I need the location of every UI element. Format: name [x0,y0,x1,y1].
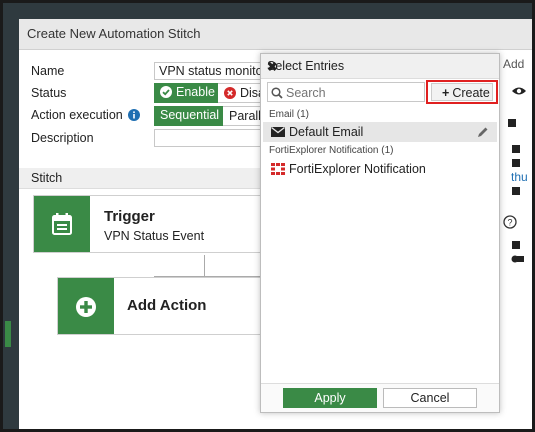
add-action-icon-box [58,278,114,334]
envelope-icon [271,127,285,137]
calendar-icon [52,213,72,235]
enable-button[interactable]: Enable [154,83,218,103]
panel-header: Select Entries ✖ [261,54,499,79]
trigger-icon-box [34,196,90,252]
search-icon [271,87,283,99]
list-item-default-email[interactable]: Default Email [263,122,497,142]
group-label-fortiexplorer: FortiExplorer Notification (1) [269,145,394,156]
top-bar [3,3,532,19]
add-action-label: Add Action [127,297,207,314]
dialog-title: Create New Automation Stitch [27,26,201,41]
list-item-label: Default Email [289,125,364,139]
search-box[interactable] [267,82,425,102]
svg-text:?: ? [507,218,512,228]
trigger-card[interactable]: Trigger VPN Status Event [33,195,263,253]
cancel-button[interactable]: Cancel [383,388,477,408]
plus-circle-icon [76,297,96,317]
right-partial-column: Add thu ? [501,50,532,429]
select-entries-panel: Select Entries ✖ +Create Email (1) Def [260,53,500,413]
list-item-fortiexplorer[interactable]: FortiExplorer Notification [263,159,497,179]
create-button[interactable]: + Create [431,83,493,101]
book-icon [512,187,520,195]
panel-footer: Apply Cancel [261,383,499,412]
x-circle-icon [224,87,236,99]
connector-vertical [204,255,205,277]
close-icon[interactable]: ✖ [267,59,493,74]
partial-link[interactable]: thu [511,170,528,184]
name-label: Name [31,64,65,78]
stitch-section-header: Stitch [19,168,269,189]
info-icon[interactable] [128,109,140,121]
create-button-highlight: + Create [426,80,498,104]
add-action-card[interactable]: Add Action [57,277,263,335]
enable-label: Enable [176,85,215,99]
trigger-title: Trigger [104,208,155,225]
book-icon [512,159,520,167]
status-label: Status [31,86,67,100]
book-icon [512,145,520,153]
add-partial-label: Add [503,57,525,71]
book-icon [512,241,520,249]
trigger-subtitle: VPN Status Event [104,229,205,243]
eye-icon[interactable] [511,86,527,96]
group-label-email: Email (1) [269,109,310,120]
create-button-content: + Create [442,86,490,100]
sequential-button[interactable]: Sequential [154,106,223,126]
create-label: Create [452,86,490,100]
help-icon[interactable]: ? [503,215,517,229]
book-icon [508,119,516,127]
search-input[interactable] [284,85,424,101]
dialog-header: Create New Automation Stitch [19,19,532,50]
screenshot-frame: Create New Automation Stitch Name VPN st… [0,0,535,432]
left-strip [3,19,19,429]
stitch-section-label: Stitch [31,171,63,185]
fortiexplorer-icon [271,163,285,175]
check-circle-icon [160,86,172,98]
action-execution-label: Action execution [31,108,123,122]
plus-icon: + [442,86,450,100]
pencil-icon[interactable] [477,126,489,138]
side-tab[interactable] [5,321,11,347]
description-label: Description [31,131,94,145]
apply-button[interactable]: Apply [283,388,377,408]
list-item-label: FortiExplorer Notification [289,162,426,176]
video-icon [511,255,524,263]
